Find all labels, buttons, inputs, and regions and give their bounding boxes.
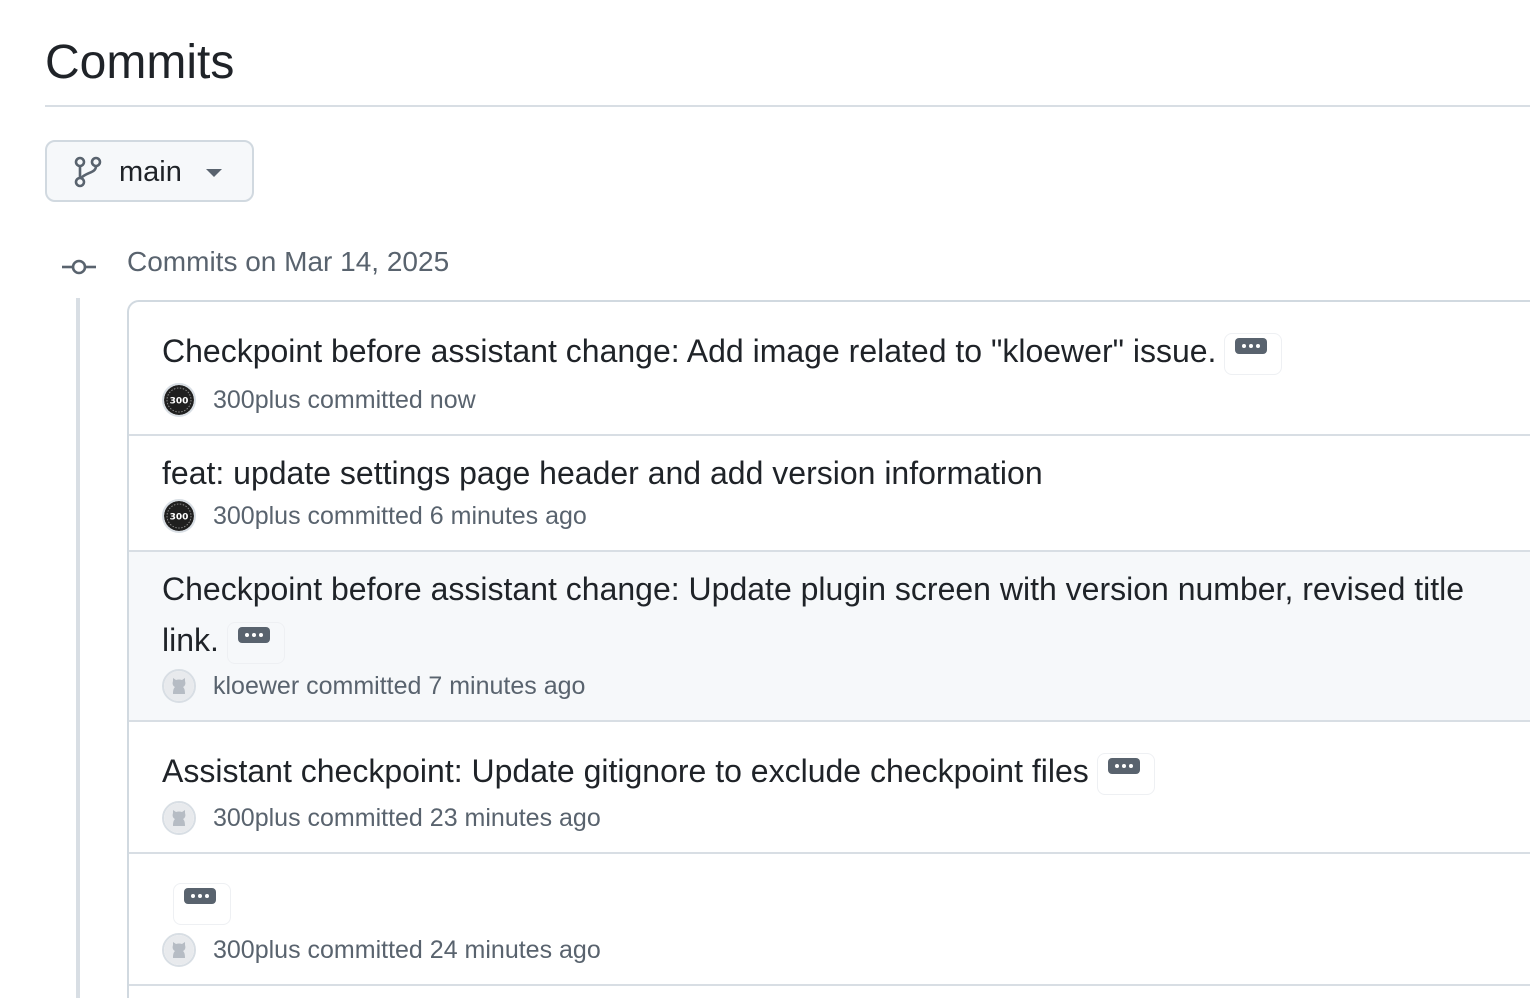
commit-byline: 300plus committed 6 minutes ago [213,500,587,532]
300plus-avatar[interactable]: 300 [162,383,196,417]
committed-label: committed [306,672,422,700]
commit-message[interactable]: Assistant checkpoint: Update gitignore t… [162,753,1089,789]
committed-label: committed [307,804,423,832]
commit-meta: 300plus committed 24 minutes ago [162,932,601,968]
svg-text:300: 300 [170,397,189,407]
commit-byline: 300plus committed 23 minutes ago [213,802,601,834]
author-link[interactable]: 300plus [213,502,301,530]
github-default-avatar[interactable] [162,801,196,835]
commit-row[interactable]: Checkpoint before assistant change: Add … [129,302,1530,436]
commit-title-link-continued[interactable]: link. [162,615,285,665]
relative-time: 24 minutes ago [429,936,601,964]
commit-byline: 300plus committed 24 minutes ago [213,934,601,966]
commit-meta: 300 300plus committed 6 minutes ago [162,498,587,534]
committed-label: committed [307,386,423,414]
expand-message-button[interactable] [1224,332,1283,375]
ellipsis-icon [1235,337,1268,354]
commit-message-continued[interactable]: link. [162,622,219,658]
timeline-line [76,298,80,998]
branch-name: main [119,156,182,188]
commit-meta: 300plus committed 23 minutes ago [162,800,601,836]
commit-title-link[interactable] [173,876,231,926]
300plus-avatar[interactable]: 300 [162,499,196,533]
author-link[interactable]: 300plus [213,804,301,832]
commit-message[interactable]: feat: update settings page header and ad… [162,455,1043,491]
commit-title-link[interactable]: Assistant checkpoint: Update gitignore t… [162,746,1155,796]
committed-label: committed [307,502,423,530]
github-default-avatar[interactable] [162,669,196,703]
github-default-avatar[interactable] [162,933,196,967]
git-commit-icon [62,259,96,275]
svg-text:300: 300 [170,513,189,523]
commit-row[interactable]: Assistant checkpoint: Update gitignore t… [129,722,1530,854]
commit-group-heading: Commits on Mar 14, 2025 [127,246,450,277]
commit-row[interactable]: Checkpoint before assistant change: Upda… [129,552,1530,722]
expand-message-button[interactable] [1096,752,1155,795]
triangle-down-icon [206,169,222,177]
ellipsis-icon [1107,757,1140,774]
commits-page: Commits main Commits on Mar 14, 2025 Che… [0,0,1530,998]
commit-byline: 300plus committed now [213,384,476,416]
commit-byline: kloewer committed 7 minutes ago [213,670,585,702]
author-link[interactable]: kloewer [213,672,299,700]
commit-list: Checkpoint before assistant change: Add … [127,300,1530,998]
relative-time: 6 minutes ago [429,502,587,530]
committed-label: committed [307,936,423,964]
branch-selector-button[interactable]: main [45,140,254,202]
title-divider [45,105,1530,107]
commit-message[interactable]: Checkpoint before assistant change: Upda… [162,571,1464,607]
commit-row[interactable]: feat: update settings page header and ad… [129,436,1530,552]
author-link[interactable]: 300plus [213,386,301,414]
commit-title-link[interactable]: feat: update settings page header and ad… [162,448,1043,498]
ellipsis-icon [237,626,270,643]
ellipsis-icon [184,887,216,904]
git-branch-icon [74,156,102,188]
commit-title-link[interactable]: Checkpoint before assistant change: Add … [162,326,1283,376]
commit-message[interactable]: Checkpoint before assistant change: Add … [162,333,1216,369]
relative-time: 7 minutes ago [428,672,586,700]
commit-meta: kloewer committed 7 minutes ago [162,668,585,704]
relative-time: now [429,386,476,414]
page-title: Commits [45,36,235,89]
commit-meta: 300 300plus committed now [162,382,476,418]
commit-row[interactable]: 300plus committed 24 minutes ago [129,854,1530,986]
author-link[interactable]: 300plus [213,936,301,964]
expand-message-button[interactable] [226,621,285,664]
relative-time: 23 minutes ago [429,804,601,832]
expand-message-button[interactable] [173,882,231,925]
commit-title-link[interactable]: Checkpoint before assistant change: Upda… [162,564,1464,614]
